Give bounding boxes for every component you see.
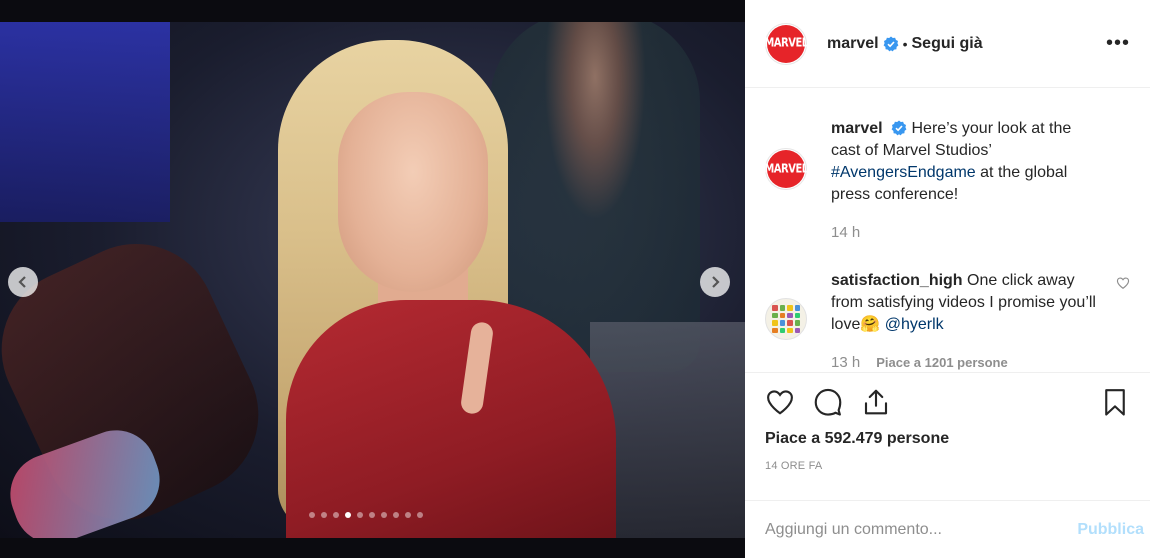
carousel-indicator	[309, 512, 423, 518]
comment-input[interactable]	[765, 520, 1078, 539]
satisfaction-avatar-icon	[765, 298, 807, 340]
caption-hashtag[interactable]: #AvengersEndgame	[831, 164, 976, 181]
share-button[interactable]	[859, 385, 893, 419]
photo-frame	[0, 22, 745, 538]
caption: MARVEL marvel Here’s your look at the ca…	[764, 118, 1130, 244]
carousel-dot	[321, 512, 327, 518]
post-timestamp[interactable]: 14 ORE FA	[745, 460, 1150, 472]
carousel-dot	[357, 512, 363, 518]
publish-button[interactable]: Pubblica	[1077, 521, 1144, 539]
photo-subject-dress	[286, 300, 616, 538]
marvel-logo-text: MARVEL	[764, 36, 808, 51]
header-username[interactable]: marvel	[827, 35, 879, 53]
comment-mention[interactable]: @hyerlk	[885, 316, 944, 333]
bookmark-icon	[1105, 388, 1125, 416]
carousel-dot	[345, 512, 351, 518]
follow-button[interactable]: Segui già	[912, 35, 983, 53]
carousel-prev-button[interactable]	[8, 267, 38, 297]
chevron-right-icon	[712, 276, 720, 288]
carousel-dot	[405, 512, 411, 518]
marvel-logo-text: MARVEL	[764, 162, 808, 176]
caption-meta: 14 h	[831, 222, 1101, 244]
caption-username[interactable]: marvel	[831, 120, 883, 137]
caption-body: marvel Here’s your look at the cast of M…	[831, 118, 1101, 244]
comment-body: satisfaction_high One click away from sa…	[831, 270, 1101, 372]
caption-avatar[interactable]: MARVEL	[764, 148, 808, 190]
more-options-button[interactable]: •••	[1106, 32, 1130, 55]
comment-meta: 13 h Piace a 1201 persone	[831, 352, 1101, 372]
comment-composer: Pubblica	[745, 500, 1150, 558]
like-button[interactable]	[763, 385, 797, 419]
comment-username[interactable]: satisfaction_high	[831, 272, 963, 289]
carousel-next-button[interactable]	[700, 267, 730, 297]
action-bar	[745, 372, 1150, 430]
comment-likes[interactable]: Piace a 1201 persone	[876, 352, 1008, 372]
post-image[interactable]	[0, 0, 745, 558]
carousel-dot	[381, 512, 387, 518]
carousel-dot	[369, 512, 375, 518]
comment-button[interactable]	[811, 385, 845, 419]
comment-avatar[interactable]	[765, 298, 807, 340]
marvel-logo-icon: MARVEL	[764, 24, 808, 63]
comment-emoji: 🤗	[860, 316, 881, 333]
comments-list[interactable]: MARVEL marvel Here’s your look at the ca…	[745, 88, 1150, 372]
marvel-logo-icon: MARVEL	[764, 150, 808, 188]
avatar[interactable]: MARVEL	[764, 22, 808, 65]
share-icon	[864, 389, 888, 414]
comment-item: satisfaction_high One click away from sa…	[765, 270, 1130, 372]
caption-time[interactable]: 14 h	[831, 222, 860, 244]
comment-time[interactable]: 13 h	[831, 352, 860, 372]
verified-icon	[883, 36, 898, 51]
save-button[interactable]	[1098, 385, 1132, 419]
post-side-panel: MARVEL marvel • Segui già ••• MARVEL mar…	[745, 0, 1150, 558]
post-header: MARVEL marvel • Segui già •••	[745, 0, 1150, 88]
photo-background-light	[0, 22, 170, 222]
carousel-dot	[309, 512, 315, 518]
photo-subject-face	[338, 92, 488, 292]
likes-count[interactable]: Piace a 592.479 persone	[745, 430, 1150, 448]
header-separator: •	[902, 35, 908, 52]
carousel-dot	[333, 512, 339, 518]
carousel-dot	[417, 512, 423, 518]
comment-icon	[814, 388, 842, 416]
chevron-left-icon	[18, 276, 26, 288]
carousel-dot	[393, 512, 399, 518]
heart-icon[interactable]	[1116, 276, 1130, 290]
verified-icon	[891, 120, 907, 136]
heart-icon	[767, 389, 793, 415]
